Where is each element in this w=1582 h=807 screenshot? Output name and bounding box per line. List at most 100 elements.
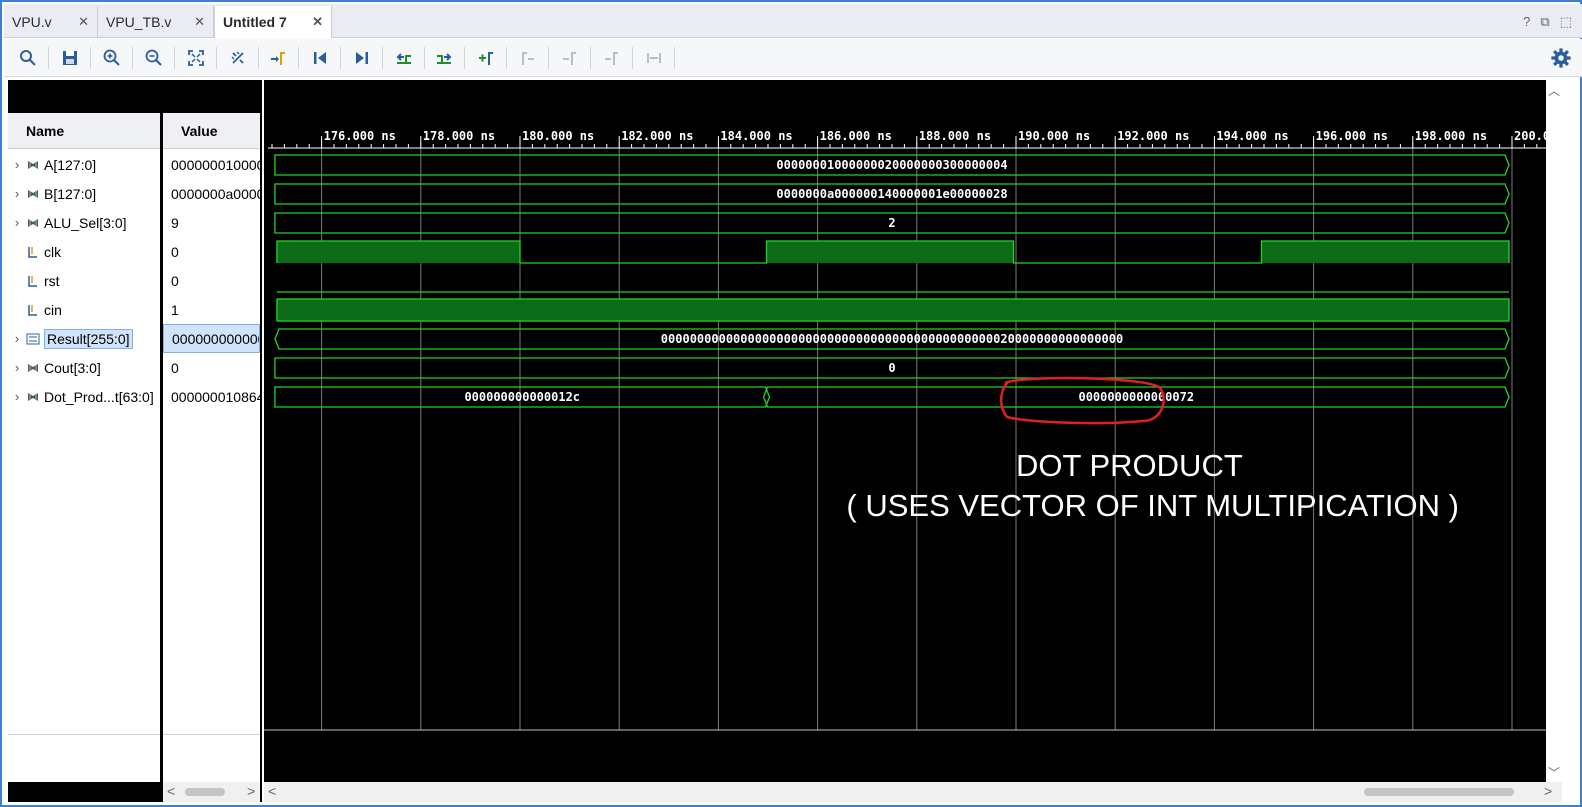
signal-row[interactable]: rst	[8, 266, 160, 295]
cursor-icon[interactable]	[224, 45, 252, 71]
bus-value-label: 2	[888, 216, 895, 230]
signal-name: cin	[44, 301, 62, 318]
scroll-down-icon[interactable]: ﹀	[1548, 764, 1560, 781]
value-header[interactable]: Value	[163, 113, 260, 149]
close-icon[interactable]: ✕	[78, 14, 89, 30]
value-horizontal-scrollbar[interactable]: < >	[163, 782, 260, 802]
waveform-canvas[interactable]: 176.000 ns 178.000 ns 180.000 ns 182.000 ns…	[264, 80, 1546, 782]
tab-vpu-v[interactable]: VPU.v ✕	[4, 6, 98, 38]
bus-signal-icon	[28, 218, 38, 227]
scroll-right-icon[interactable]: >	[247, 783, 255, 799]
scroll-left-icon[interactable]: <	[268, 783, 276, 799]
go-to-end-icon[interactable]	[348, 45, 376, 71]
restore-icon[interactable]: ⧉	[1540, 14, 1549, 30]
bit-signal-icon	[28, 275, 37, 287]
bus-value-label: 0	[888, 361, 895, 375]
scroll-left-icon[interactable]: <	[167, 783, 175, 799]
bus-value-label: 00000001000000020000000300000004	[776, 158, 1007, 172]
search-icon[interactable]	[14, 45, 42, 71]
time-tick-label: 176.000 ns	[324, 129, 396, 143]
go-to-cursor-icon[interactable]	[264, 45, 292, 71]
chevron-right-icon[interactable]: ›	[8, 389, 26, 404]
add-marker-icon[interactable]	[472, 45, 500, 71]
signal-value[interactable]: 0000000a0000	[163, 179, 260, 208]
divider	[8, 734, 160, 735]
signal-row[interactable]: › ALU_Sel[3:0]	[8, 208, 160, 237]
scrollbar-thumb[interactable]	[1364, 788, 1514, 796]
toolbar-separator	[382, 47, 383, 69]
signal-value[interactable]: 000000010864	[163, 382, 260, 411]
zoom-out-icon[interactable]	[140, 45, 168, 71]
toolbar-separator	[174, 47, 175, 69]
signal-value[interactable]: 0	[163, 237, 260, 266]
signal-name: ALU_Sel[3:0]	[44, 214, 127, 231]
bus-signal-icon	[26, 332, 40, 345]
time-tick-label: 198.000 ns	[1415, 129, 1487, 143]
signal-row[interactable]: clk	[8, 237, 160, 266]
signal-name: Cout[3:0]	[44, 359, 101, 376]
chevron-right-icon[interactable]: ›	[8, 215, 26, 230]
previous-marker-icon[interactable]	[514, 45, 542, 71]
toolbar-separator	[132, 47, 133, 69]
go-to-start-icon[interactable]	[306, 45, 334, 71]
time-tick-label: 184.000 ns	[720, 129, 792, 143]
bus-signal-icon	[28, 392, 38, 401]
chevron-right-icon[interactable]: ›	[8, 331, 26, 346]
scroll-right-icon[interactable]: >	[1544, 783, 1552, 799]
tab-label: VPU_TB.v	[106, 14, 172, 30]
signal-row[interactable]: › B[127:0]	[8, 179, 160, 208]
signal-row[interactable]: cin	[8, 295, 160, 324]
time-tick-label: 182.000 ns	[621, 129, 693, 143]
signal-row[interactable]: › Dot_Prod...t[63:0]	[8, 382, 160, 411]
bus-signal-icon	[28, 363, 38, 372]
clk-high-fill	[1261, 241, 1510, 263]
name-column: Name › A[127:0] › B[127:0] › ALU_Sel[3:0] clk r…	[8, 113, 160, 782]
tab-untitled-7[interactable]: Untitled 7 ✕	[214, 6, 332, 38]
signal-name: Result[255:0]	[44, 328, 133, 349]
save-icon[interactable]	[56, 45, 84, 71]
close-icon[interactable]: ✕	[194, 14, 205, 30]
signal-value[interactable]: 9	[163, 208, 260, 237]
maximize-icon[interactable]: ⬚	[1560, 14, 1572, 30]
time-tick-label: 178.000 ns	[423, 129, 495, 143]
previous-transition-icon[interactable]	[390, 45, 418, 71]
signal-value[interactable]: 0	[163, 353, 260, 382]
value-column: Value 000000010000 0000000a0000 9 0 0 1 000000…	[163, 113, 260, 782]
chevron-right-icon[interactable]: ›	[8, 186, 26, 201]
chevron-right-icon[interactable]: ›	[8, 360, 26, 375]
signal-value[interactable]: 000000000000	[163, 324, 260, 353]
signal-name: clk	[44, 243, 62, 260]
tab-vpu-tb-v[interactable]: VPU_TB.v ✕	[98, 6, 214, 38]
signal-row[interactable]: › Result[255:0]	[8, 324, 160, 353]
name-header[interactable]: Name	[8, 113, 160, 149]
zoom-fit-icon[interactable]	[182, 45, 210, 71]
snap-icon[interactable]	[640, 45, 668, 71]
scroll-up-icon[interactable]: ︿	[1548, 82, 1560, 99]
bus-signal-icon	[28, 160, 38, 169]
signal-value[interactable]: 0	[163, 266, 260, 295]
gear-icon[interactable]	[1550, 47, 1572, 69]
toolbar-separator	[424, 47, 425, 69]
signal-value[interactable]: 000000010000	[163, 150, 260, 179]
bit-signal-icon	[28, 246, 37, 258]
chevron-right-icon[interactable]: ›	[8, 157, 26, 172]
next-marker-icon[interactable]	[556, 45, 584, 71]
signal-row[interactable]: › A[127:0]	[8, 150, 160, 179]
zoom-in-icon[interactable]	[98, 45, 126, 71]
bus-value-label: 0000000000000072	[1078, 390, 1194, 404]
toolbar-separator	[258, 47, 259, 69]
vertical-scrollbar[interactable]: ︿ ﹀	[1546, 80, 1562, 782]
toolbar-separator	[506, 47, 507, 69]
clk-high-fill	[276, 241, 520, 263]
swap-cursors-icon[interactable]	[598, 45, 626, 71]
help-icon[interactable]: ?	[1523, 14, 1530, 30]
toolbar-separator	[464, 47, 465, 69]
time-tick-label: 180.000 ns	[522, 129, 594, 143]
close-icon[interactable]: ✕	[312, 14, 323, 30]
next-transition-icon[interactable]	[430, 45, 458, 71]
signal-value[interactable]: 1	[163, 295, 260, 324]
signal-name: Dot_Prod...t[63:0]	[44, 388, 154, 405]
signal-row[interactable]: › Cout[3:0]	[8, 353, 160, 382]
scrollbar-thumb[interactable]	[185, 788, 225, 796]
waveform-horizontal-scrollbar[interactable]: < >	[264, 782, 1562, 802]
